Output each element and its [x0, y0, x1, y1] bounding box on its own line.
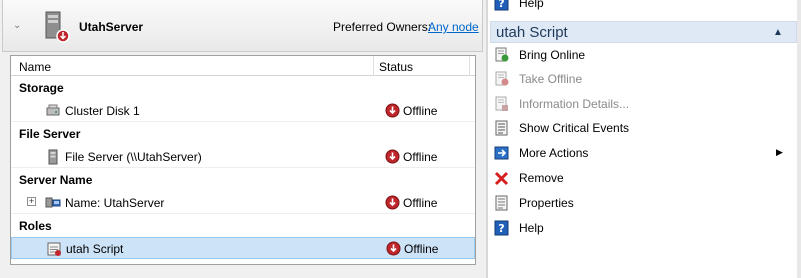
action-help-top[interactable]: ? Help [488, 0, 801, 15]
action-label: Bring Online [519, 48, 586, 62]
help-icon: ? [494, 0, 509, 11]
group-roles: Roles [19, 219, 52, 233]
column-divider[interactable] [373, 56, 374, 76]
column-header-name[interactable]: Name [19, 60, 51, 74]
submenu-arrow-icon: ▶ [776, 147, 783, 157]
resource-name: Cluster Disk 1 [65, 104, 140, 118]
svg-text:?: ? [498, 222, 504, 235]
information-details-icon [495, 96, 508, 111]
resource-name: utah Script [66, 242, 124, 256]
server-name: UtahServer [79, 20, 144, 34]
action-label: Help [519, 0, 544, 10]
svg-text:?: ? [498, 0, 504, 10]
action-information-details[interactable]: Information Details... [488, 92, 801, 116]
expand-plus-icon[interactable]: + [27, 197, 36, 206]
section-title: utah Script [496, 24, 568, 41]
action-bring-online[interactable]: Bring Online [488, 43, 801, 67]
action-show-critical-events[interactable]: Show Critical Events [488, 116, 801, 140]
server-header: ⌄ UtahServer Preferred Owners: Any node [2, 0, 483, 52]
resource-status: Offline [403, 104, 438, 118]
remove-icon [494, 171, 509, 186]
actions-pane: ? Help utah Script ▲ Bring Online Take O… [488, 0, 801, 278]
resource-name: Name: UtahServer [65, 196, 165, 210]
action-help[interactable]: ? Help [488, 216, 801, 240]
help-icon: ? [494, 220, 509, 236]
group-storage: Storage [19, 81, 64, 95]
file-server-icon [48, 149, 58, 165]
column-header-status[interactable]: Status [379, 60, 413, 74]
pane-scroll-edge [797, 0, 801, 278]
column-divider[interactable] [469, 56, 470, 76]
actions-section-header[interactable]: utah Script ▲ [490, 21, 797, 43]
preferred-owners-link[interactable]: Any node [428, 20, 479, 34]
resource-row-script[interactable]: utah Script Offline [11, 237, 475, 259]
resource-status: Offline [403, 196, 438, 210]
action-label: Remove [519, 171, 564, 185]
action-label: Help [519, 221, 544, 235]
offline-icon [385, 195, 400, 210]
action-label: Take Offline [519, 72, 583, 86]
action-take-offline[interactable]: Take Offline [488, 67, 801, 91]
disk-icon [46, 104, 60, 116]
resource-status: Offline [403, 150, 438, 164]
offline-icon [385, 103, 400, 118]
group-file-server: File Server [19, 127, 81, 141]
resource-name: File Server (\\UtahServer) [65, 150, 202, 164]
server-icon [45, 11, 70, 43]
resources-grid: Name Status Storage Cluster Disk 1 Offli… [10, 55, 476, 265]
action-label: Properties [519, 196, 574, 210]
action-remove[interactable]: Remove [488, 166, 801, 190]
action-label: Information Details... [519, 97, 630, 111]
network-name-icon [45, 197, 61, 208]
resource-row-file-server[interactable]: File Server (\\UtahServer) Offline [11, 146, 475, 168]
action-properties[interactable]: Properties [488, 191, 801, 215]
resource-status: Offline [404, 242, 439, 256]
script-icon [47, 242, 61, 256]
critical-events-icon [495, 120, 508, 136]
resource-row-name[interactable]: + Name: UtahServer Offline [11, 192, 475, 214]
action-label: More Actions [519, 146, 589, 160]
more-actions-icon [494, 146, 509, 160]
offline-icon [386, 241, 401, 256]
resource-pane: ⌄ UtahServer Preferred Owners: Any node … [0, 0, 486, 278]
action-more-actions[interactable]: More Actions ▶ [488, 141, 801, 165]
grid-header: Name Status [11, 56, 475, 76]
collapse-triangle-icon[interactable]: ▲ [773, 27, 783, 38]
collapse-chevron-icon[interactable]: ⌄ [13, 20, 25, 32]
preferred-owners-label: Preferred Owners: [333, 20, 432, 34]
group-server-name: Server Name [19, 173, 93, 187]
properties-icon [495, 195, 508, 211]
offline-icon [385, 149, 400, 164]
action-label: Show Critical Events [519, 121, 630, 135]
bring-online-icon [495, 47, 509, 62]
take-offline-icon [495, 71, 509, 86]
resource-row-cluster-disk[interactable]: Cluster Disk 1 Offline [11, 100, 475, 122]
